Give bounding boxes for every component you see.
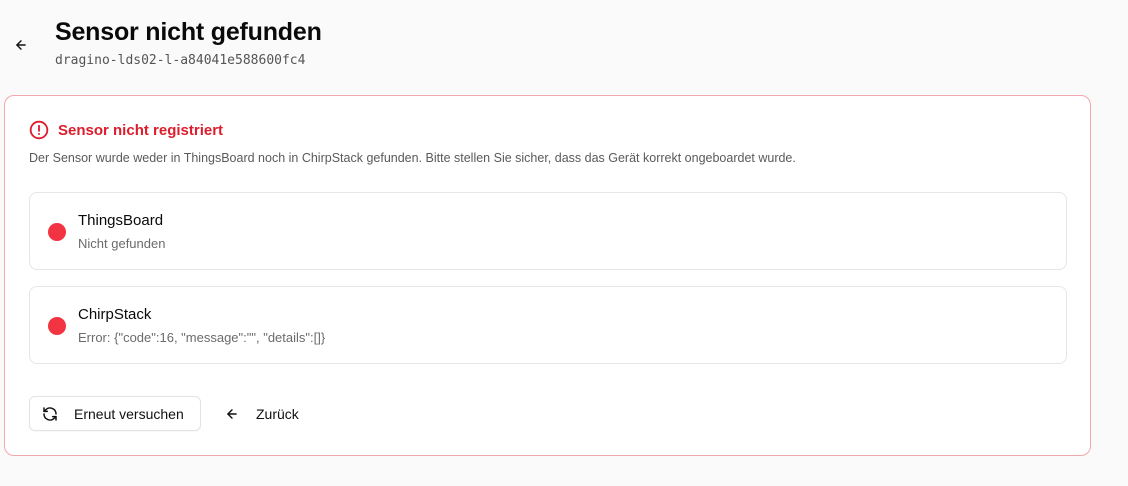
arrow-left-icon	[225, 407, 239, 421]
status-dot	[48, 317, 66, 335]
page: Sensor nicht gefunden dragino-lds02-l-a8…	[0, 0, 1128, 486]
alert-description: Der Sensor wurde weder in ThingsBoard no…	[29, 151, 796, 165]
retry-button[interactable]: Erneut versuchen	[29, 396, 201, 431]
status-name: ChirpStack	[78, 306, 152, 323]
device-id: dragino-lds02-l-a84041e588600fc4	[55, 53, 306, 68]
back-button[interactable]: Zurück	[221, 396, 299, 431]
back-arrow-button[interactable]	[12, 36, 30, 54]
status-text: Error: {"code":16, "message":"", "detail…	[78, 330, 326, 345]
alert-title: Sensor nicht registriert	[58, 121, 224, 139]
error-card: Sensor nicht registriert Der Sensor wurd…	[4, 95, 1091, 456]
status-row-chirpstack: ChirpStack Error: {"code":16, "message":…	[29, 286, 1067, 364]
arrow-left-icon	[14, 38, 28, 52]
status-name: ThingsBoard	[78, 212, 164, 229]
status-row-thingsboard: ThingsBoard Nicht gefunden	[29, 192, 1067, 270]
retry-label: Erneut versuchen	[74, 405, 184, 422]
alert-circle-icon	[29, 120, 49, 140]
status-dot	[48, 223, 66, 241]
refresh-icon	[42, 406, 58, 422]
status-text: Nicht gefunden	[78, 236, 166, 251]
alert-heading: Sensor nicht registriert	[29, 120, 223, 140]
page-header: Sensor nicht gefunden dragino-lds02-l-a8…	[0, 0, 1128, 86]
page-title: Sensor nicht gefunden	[55, 18, 322, 46]
back-label: Zurück	[256, 405, 299, 422]
